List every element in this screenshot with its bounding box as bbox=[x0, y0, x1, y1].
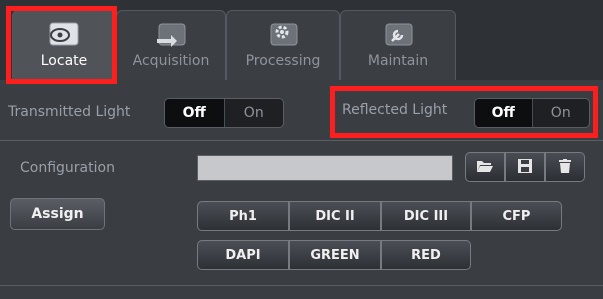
tab-label: Processing bbox=[245, 53, 321, 69]
tab-label: Acquisition bbox=[132, 53, 210, 69]
filter-dapi-button[interactable]: DAPI bbox=[197, 240, 289, 270]
reflected-light-toggle[interactable]: Off On bbox=[474, 98, 590, 128]
filter-cfp-button[interactable]: CFP bbox=[471, 201, 562, 231]
transmitted-light-toggle[interactable]: Off On bbox=[164, 98, 284, 128]
transmitted-on-option[interactable]: On bbox=[223, 99, 284, 127]
delete-button[interactable] bbox=[545, 152, 585, 182]
tab-locate[interactable]: Locate bbox=[12, 10, 116, 80]
reflected-off-option[interactable]: Off bbox=[475, 99, 532, 127]
wrench-icon bbox=[341, 21, 455, 49]
filter-green-button[interactable]: GREEN bbox=[289, 240, 381, 270]
assign-button[interactable]: Assign bbox=[10, 198, 105, 230]
tab-acquisition[interactable]: Acquisition bbox=[116, 10, 226, 80]
processing-gear-icon bbox=[227, 21, 339, 49]
tab-processing[interactable]: Processing bbox=[226, 10, 340, 80]
filter-red-button[interactable]: RED bbox=[381, 240, 471, 270]
transmitted-off-option[interactable]: Off bbox=[165, 99, 224, 127]
filter-dic3-button[interactable]: DIC III bbox=[381, 201, 471, 231]
open-folder-button[interactable] bbox=[465, 152, 505, 182]
divider bbox=[0, 285, 603, 286]
folder-open-icon bbox=[476, 158, 494, 177]
configuration-field[interactable] bbox=[197, 155, 453, 181]
filter-dic2-button[interactable]: DIC II bbox=[289, 201, 381, 231]
divider bbox=[0, 140, 603, 141]
trash-icon bbox=[559, 158, 571, 177]
tab-maintain[interactable]: Maintain bbox=[340, 10, 456, 80]
floppy-disk-icon bbox=[518, 158, 532, 177]
filter-ph1-button[interactable]: Ph1 bbox=[197, 201, 289, 231]
acquisition-arrow-icon bbox=[117, 21, 225, 49]
tab-label: Maintain bbox=[367, 53, 429, 69]
reflected-light-label: Reflected Light bbox=[342, 102, 448, 118]
tab-bar: Locate Acquisition Processing Maintain bbox=[0, 0, 603, 80]
reflected-on-option[interactable]: On bbox=[531, 99, 590, 127]
tab-label: Locate bbox=[40, 53, 88, 69]
configuration-label: Configuration bbox=[20, 160, 115, 176]
save-button[interactable] bbox=[505, 152, 545, 182]
transmitted-light-label: Transmitted Light bbox=[8, 104, 131, 120]
eye-icon bbox=[13, 21, 115, 49]
